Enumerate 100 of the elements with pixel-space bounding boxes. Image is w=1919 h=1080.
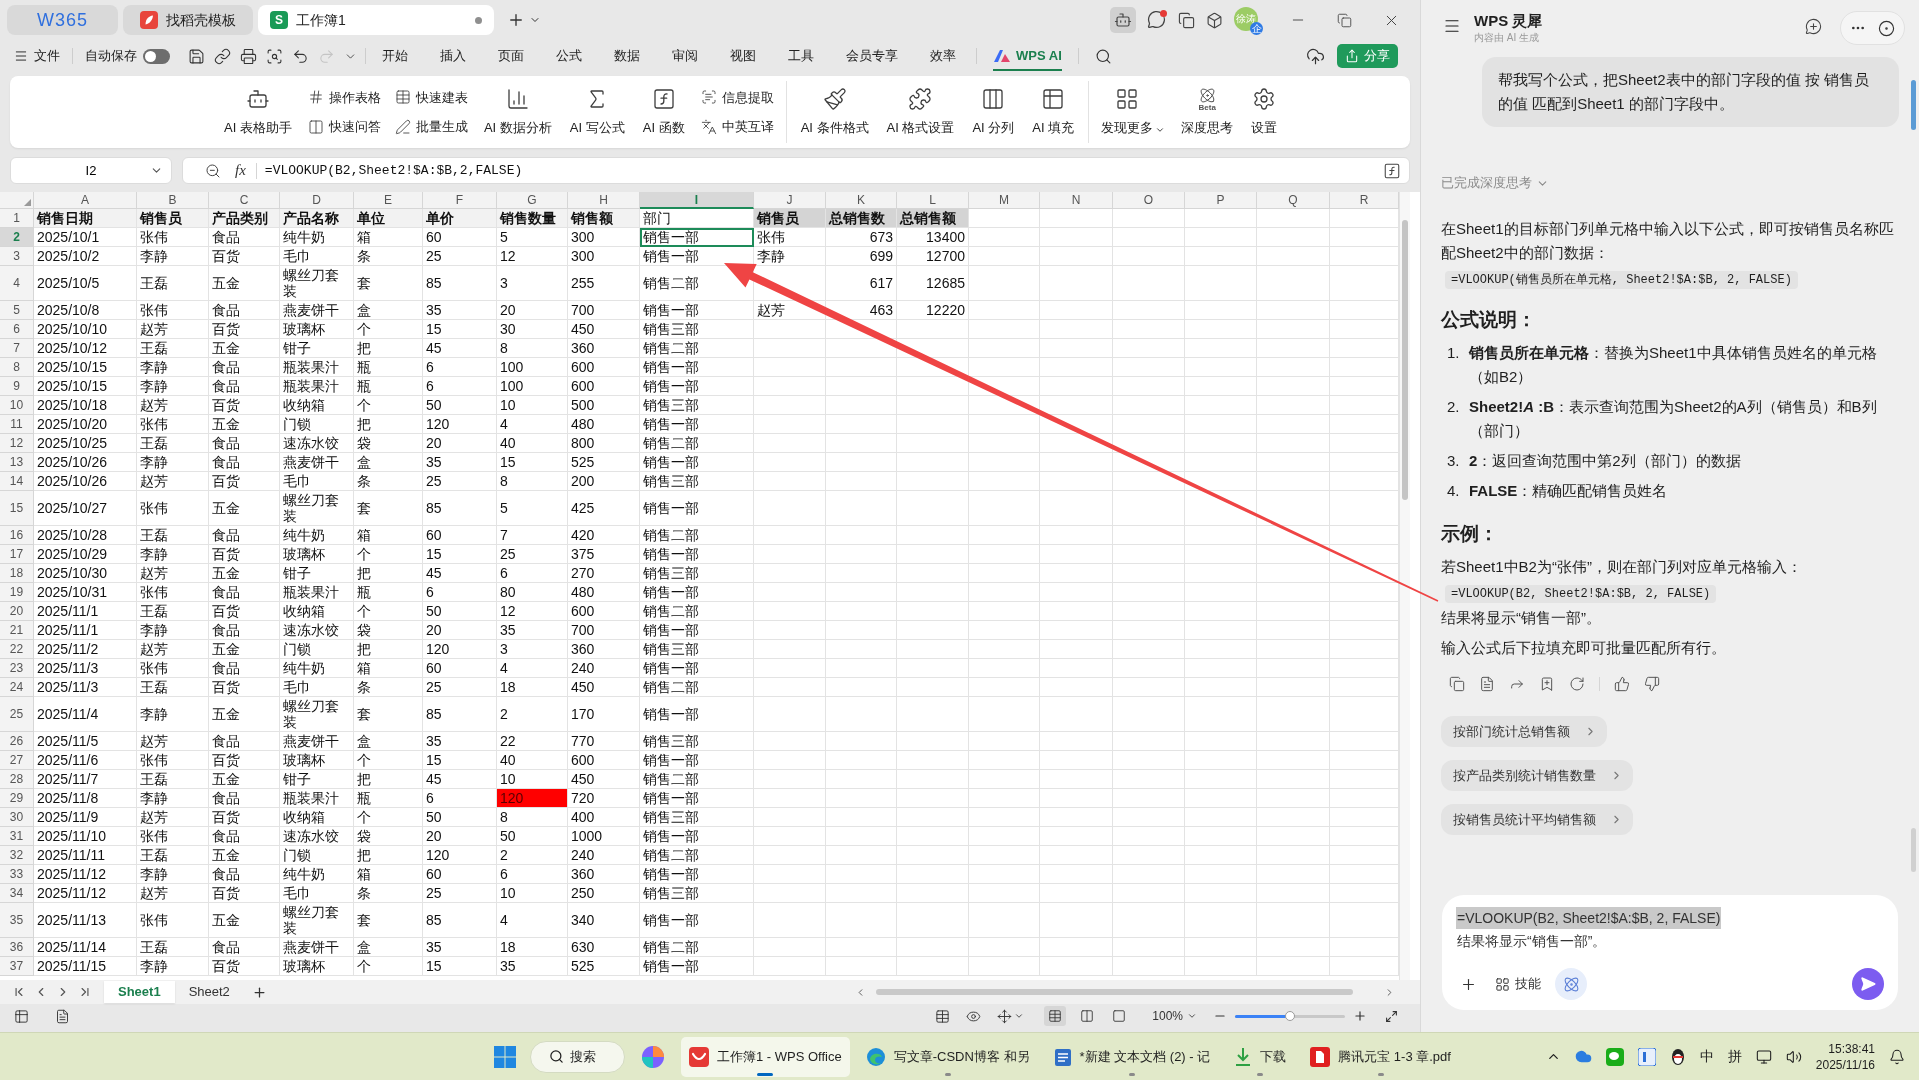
taskbar-app[interactable]: 写文章-CSDN博客 和另 <box>857 1036 1038 1077</box>
row-header[interactable]: 19 <box>0 583 34 602</box>
row-header[interactable]: 22 <box>0 640 34 659</box>
select-all-icon[interactable] <box>24 199 31 206</box>
restore-icon[interactable] <box>1337 12 1352 28</box>
scan-search-icon[interactable] <box>266 47 283 65</box>
notification-icon[interactable] <box>1889 1048 1905 1065</box>
file-menu[interactable]: 文件 <box>14 46 60 66</box>
ribbon-button[interactable]: 批量生成 <box>394 117 468 137</box>
row-header[interactable]: 25 <box>0 697 34 732</box>
chat-icon[interactable] <box>1147 10 1167 30</box>
fullscreen-icon[interactable] <box>1385 1009 1398 1023</box>
sheet-tab[interactable]: Sheet2 <box>174 981 244 1003</box>
row-header[interactable]: 1 <box>0 209 34 228</box>
row-header[interactable]: 11 <box>0 415 34 434</box>
taskbar-search[interactable]: 搜索 <box>530 1040 625 1073</box>
grid-view-icon[interactable] <box>1044 1006 1067 1026</box>
ribbon-button[interactable]: 信息提取 <box>700 87 774 107</box>
send-button[interactable] <box>1852 968 1884 1000</box>
ribbon-button[interactable]: AI 表格助手 <box>222 86 294 138</box>
input-method-button[interactable]: 中 <box>1699 1046 1714 1067</box>
table-icon[interactable] <box>14 1008 29 1024</box>
row-header[interactable]: 29 <box>0 789 34 808</box>
thumbs-down-icon[interactable] <box>1644 676 1660 692</box>
column-header[interactable]: N <box>1040 192 1113 209</box>
row-header[interactable]: 18 <box>0 564 34 583</box>
formula-field[interactable]: =VLOOKUP(B2,Sheet2!$A:$B,2,FALSE) <box>264 160 1383 181</box>
menu-tab[interactable]: 公式 <box>540 40 598 72</box>
ribbon-button[interactable]: 中英互译 <box>700 117 774 137</box>
menu-tab[interactable]: 效率 <box>914 40 972 72</box>
chevron-down-icon[interactable] <box>1014 1011 1025 1021</box>
column-header[interactable]: P <box>1185 192 1257 209</box>
document-icon[interactable] <box>1479 676 1495 692</box>
row-header[interactable]: 26 <box>0 732 34 751</box>
suggestion-chip[interactable]: 按销售员统计平均销售额 <box>1441 804 1633 835</box>
first-sheet-icon[interactable] <box>12 985 26 999</box>
row-header[interactable]: 35 <box>0 903 34 938</box>
windows-logo-icon[interactable] <box>494 1045 516 1068</box>
ribbon-button[interactable]: AI 数据分析 <box>481 86 554 138</box>
row-header[interactable]: 23 <box>0 659 34 678</box>
menu-tab[interactable]: 页面 <box>482 40 540 72</box>
column-header[interactable]: Q <box>1257 192 1330 209</box>
browser-tab[interactable]: S 工作簿1 <box>258 5 494 35</box>
function-label[interactable]: fx <box>235 159 246 182</box>
row-header[interactable]: 2 <box>0 228 34 247</box>
ribbon-button[interactable]: AI 条件格式 <box>798 86 871 138</box>
ribbon-button[interactable]: 设置 <box>1249 86 1280 138</box>
column-header[interactable]: I <box>640 192 754 209</box>
taskbar-app[interactable]: 下载 <box>1226 1036 1295 1077</box>
copy-icon[interactable] <box>1178 11 1195 29</box>
row-header[interactable]: 6 <box>0 320 34 339</box>
row-header[interactable]: 16 <box>0 526 34 545</box>
cloud-upload-icon[interactable] <box>1306 46 1325 66</box>
move-icon[interactable] <box>997 1008 1013 1024</box>
menu-tab[interactable]: 工具 <box>772 40 830 72</box>
row-header[interactable]: 27 <box>0 751 34 770</box>
penguin-app-icon[interactable] <box>1669 1047 1686 1066</box>
menu-icon[interactable] <box>1443 17 1461 35</box>
row-header[interactable]: 37 <box>0 957 34 976</box>
ribbon-button[interactable]: AI 分列 <box>970 86 1017 138</box>
speaker-icon[interactable] <box>1785 1048 1802 1065</box>
bookmark-icon[interactable] <box>1539 676 1555 692</box>
row-header[interactable]: 3 <box>0 247 34 266</box>
row-header[interactable]: 32 <box>0 846 34 865</box>
app-icon[interactable] <box>1637 1047 1656 1066</box>
row-header[interactable]: 9 <box>0 377 34 396</box>
ribbon-button[interactable]: AI 填充 <box>1030 86 1077 138</box>
row-header[interactable]: 5 <box>0 301 34 320</box>
column-header[interactable]: O <box>1113 192 1185 209</box>
print-icon[interactable] <box>240 47 257 65</box>
ribbon-button[interactable]: Beta 深度思考 <box>1179 86 1236 138</box>
copy-icon[interactable] <box>1449 676 1465 692</box>
search-icon[interactable] <box>1094 47 1112 65</box>
refresh-icon[interactable] <box>1569 676 1585 692</box>
undo-icon[interactable] <box>292 47 309 65</box>
menu-tab[interactable]: 开始 <box>366 40 424 72</box>
row-header[interactable]: 30 <box>0 808 34 827</box>
scrollbar-thumb[interactable] <box>1402 220 1408 500</box>
row-header[interactable]: 10 <box>0 396 34 415</box>
ribbon-button[interactable]: 快速建表 <box>394 87 468 107</box>
zoom-in-icon[interactable] <box>1353 1009 1367 1023</box>
menu-tab[interactable]: WPS AI <box>981 40 1074 72</box>
document-icon[interactable] <box>55 1008 70 1024</box>
row-header[interactable]: 31 <box>0 827 34 846</box>
row-header[interactable]: 24 <box>0 678 34 697</box>
table-icon[interactable] <box>935 1008 951 1024</box>
row-header[interactable]: 13 <box>0 453 34 472</box>
sheet-tab[interactable]: Sheet1 <box>104 981 175 1003</box>
clock-time[interactable]: 15:38:41 <box>1828 1040 1875 1057</box>
zoom-level[interactable]: 100% <box>1152 1007 1183 1025</box>
input-method-button[interactable]: 拼 <box>1727 1046 1742 1067</box>
menu-tab[interactable]: 数据 <box>598 40 656 72</box>
zoom-out-icon[interactable] <box>205 162 221 179</box>
row-header[interactable]: 12 <box>0 434 34 453</box>
row-header[interactable]: 14 <box>0 472 34 491</box>
scrollbar-thumb[interactable] <box>1911 828 1916 872</box>
zoom-slider[interactable] <box>1235 1014 1345 1018</box>
row-header[interactable]: 20 <box>0 602 34 621</box>
row-header[interactable]: 17 <box>0 545 34 564</box>
slider-thumb[interactable] <box>1285 1010 1295 1021</box>
